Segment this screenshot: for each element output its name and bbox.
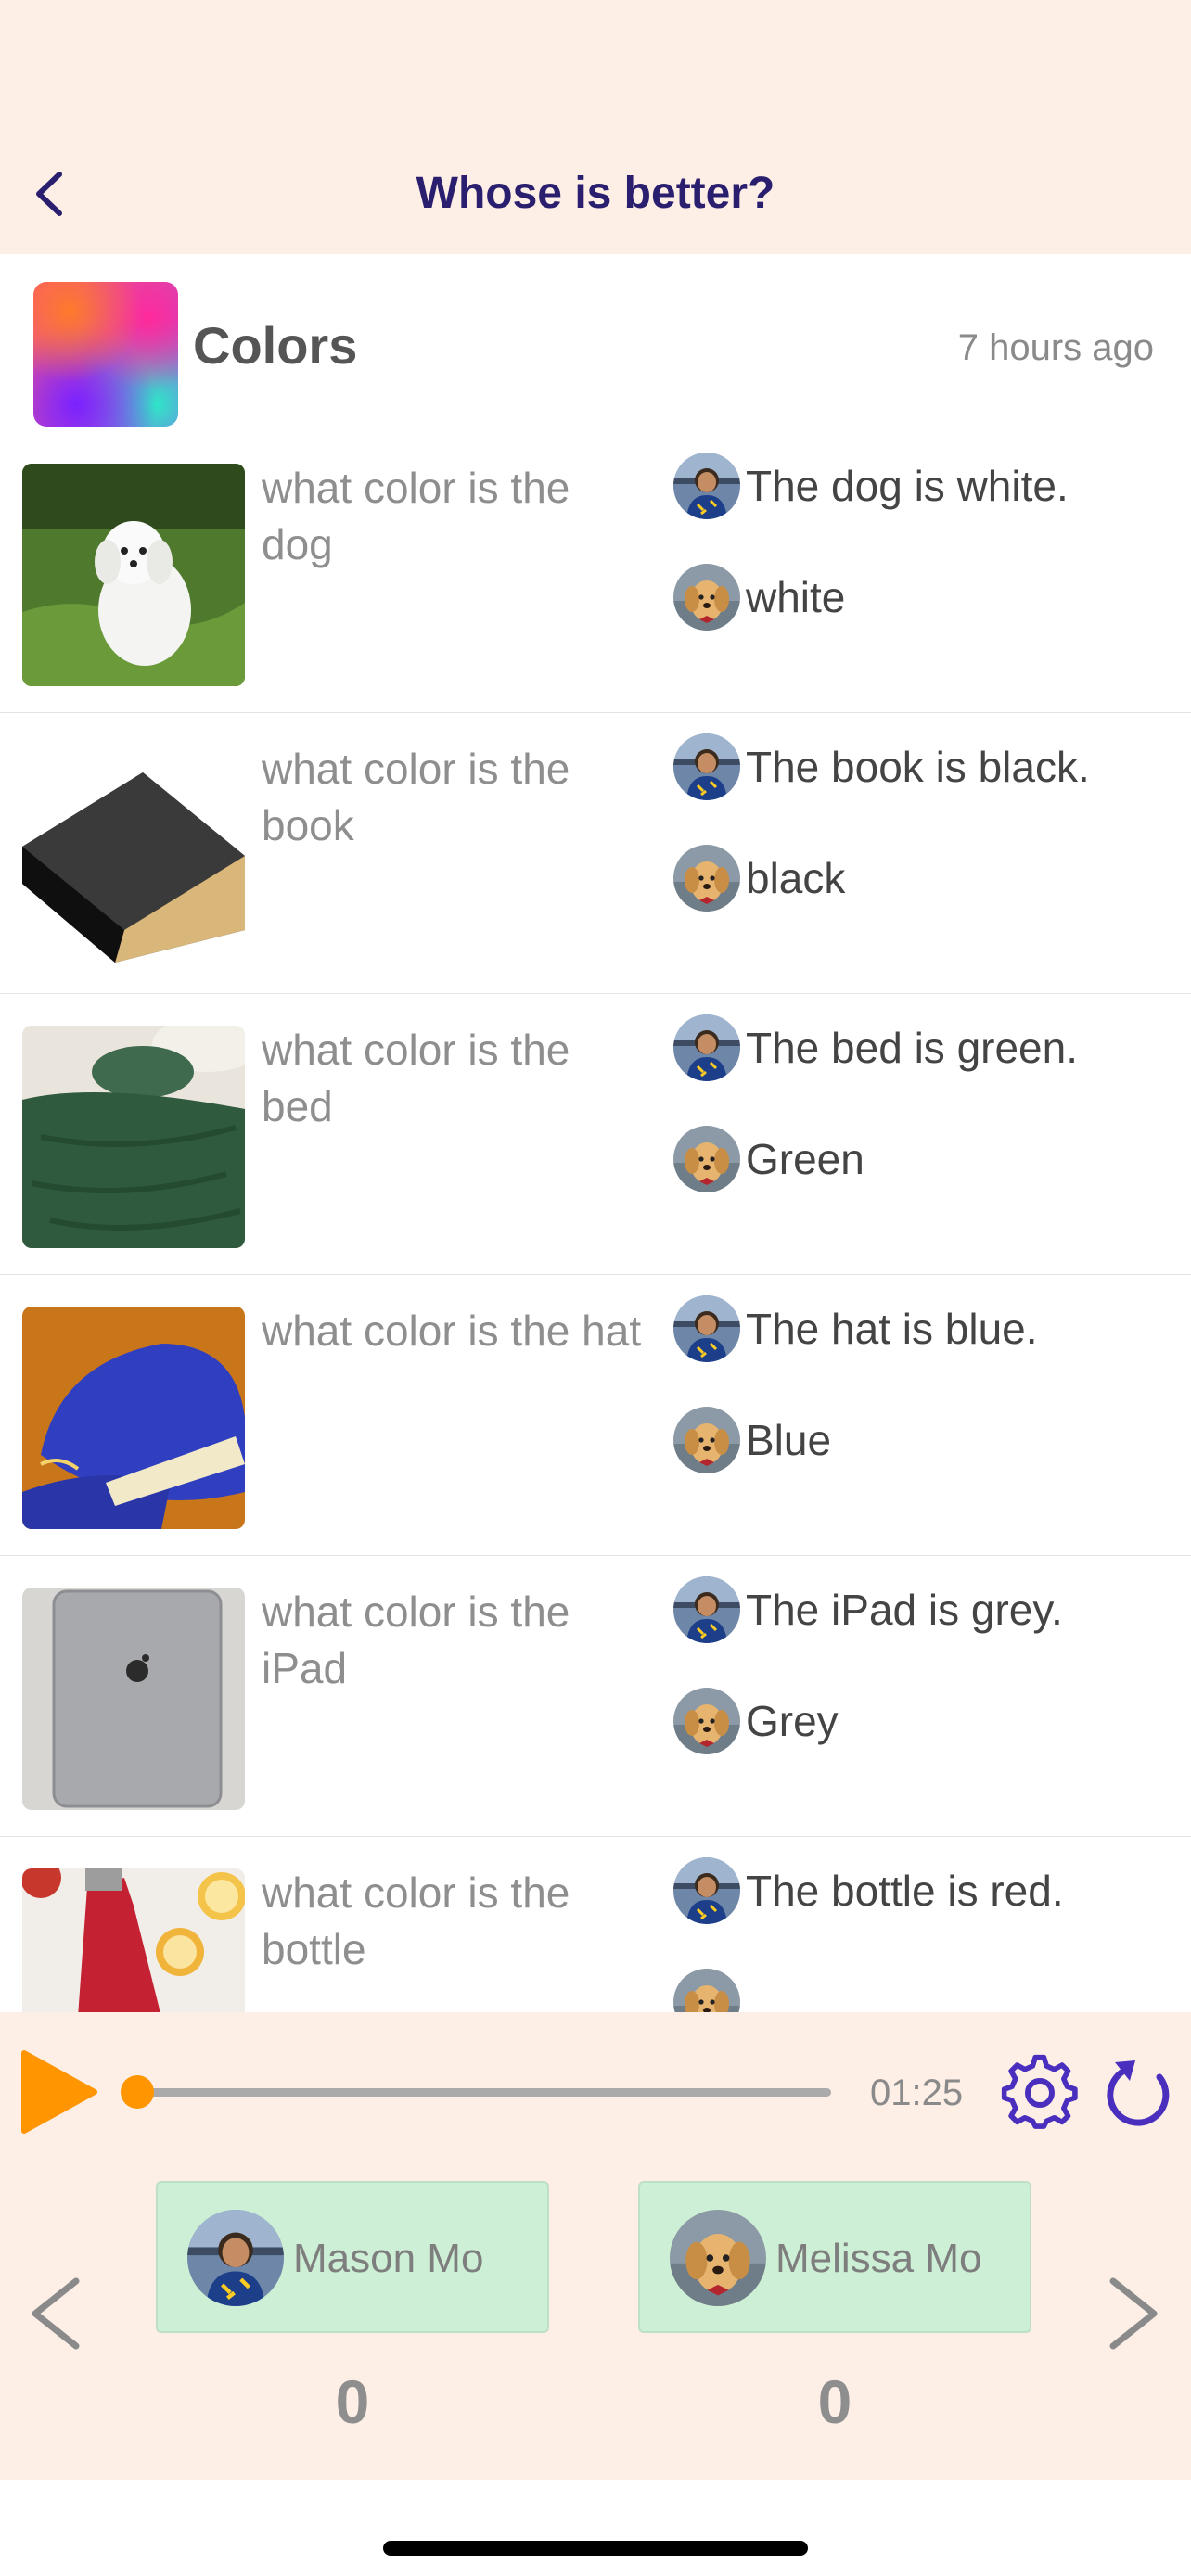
answers-list[interactable]: what color is the dog The dog is white. … xyxy=(0,432,1191,2012)
question-text: what color is the iPad xyxy=(262,1588,570,1692)
puppy-avatar xyxy=(670,2210,766,2306)
chevron-right-icon xyxy=(1109,2277,1158,2350)
lesson-timestamp: 7 hours ago xyxy=(957,327,1154,368)
answer-melissa[interactable]: Green xyxy=(673,1124,864,1194)
answer-melissa[interactable]: white xyxy=(673,562,845,632)
lesson-title: Colors xyxy=(193,316,358,375)
player-name: Melissa Mo xyxy=(775,2236,982,2281)
answer-melissa[interactable]: black xyxy=(673,843,845,913)
home-indicator xyxy=(383,2541,808,2556)
answer-text: The hat is blue. xyxy=(746,1305,1038,1353)
playback-panel: 01:25 Mason Mo 0 Melissa Mo 0 xyxy=(0,2012,1191,2480)
answer-melissa[interactable]: Blue xyxy=(673,1405,831,1475)
replay-button[interactable] xyxy=(1098,2053,1178,2133)
answer-melissa[interactable]: Grey xyxy=(673,1686,839,1756)
boy-avatar xyxy=(673,733,740,800)
answer-mason[interactable]: The dog is white. xyxy=(673,451,1069,521)
next-button[interactable] xyxy=(1100,2263,1167,2365)
question-image xyxy=(22,1868,245,2012)
list-item[interactable]: what color is the book The book is black… xyxy=(0,713,1191,996)
answer-text: Grey xyxy=(746,1697,839,1745)
answer-mason[interactable]: The bottle is red. xyxy=(673,1855,1064,1926)
answer-mason[interactable]: The iPad is grey. xyxy=(673,1575,1063,1645)
playback-progress-slider[interactable] xyxy=(120,2075,831,2109)
boy-avatar xyxy=(187,2210,284,2306)
answer-text: The dog is white. xyxy=(746,462,1069,510)
answer-mason[interactable]: The book is black. xyxy=(673,732,1090,802)
progress-track xyxy=(130,2088,831,2097)
question-image xyxy=(22,1307,245,1529)
page-title: Whose is better? xyxy=(416,169,775,218)
chevron-left-icon xyxy=(32,2277,80,2350)
top-bar: Whose is better? xyxy=(0,0,1191,254)
answer-text: The iPad is grey. xyxy=(746,1586,1063,1634)
list-item[interactable]: what color is the hat The hat is blue. B… xyxy=(0,1275,1191,1558)
settings-button[interactable] xyxy=(1000,2053,1080,2133)
player-score: 0 xyxy=(817,2367,852,2436)
question-image xyxy=(22,1026,245,1248)
list-item[interactable]: what color is the bottle The bottle is r… xyxy=(0,1837,1191,2012)
boy-avatar xyxy=(673,453,740,519)
answer-mason[interactable]: The hat is blue. xyxy=(673,1294,1038,1364)
player-score: 0 xyxy=(335,2367,370,2436)
question-text: what color is the dog xyxy=(262,464,570,568)
list-item[interactable]: what color is the iPad The iPad is grey.… xyxy=(0,1556,1191,1839)
question-image xyxy=(22,1588,245,1810)
question-text: what color is the bottle xyxy=(262,1868,570,1973)
playback-time: 01:25 xyxy=(870,2072,964,2113)
list-item[interactable]: what color is the bed The bed is green. … xyxy=(0,994,1191,1277)
boy-avatar xyxy=(673,1576,740,1643)
question-text: what color is the bed xyxy=(262,1026,570,1130)
play-icon xyxy=(21,2050,97,2134)
puppy-avatar xyxy=(673,1407,740,1473)
question-image xyxy=(22,464,245,686)
puppy-avatar xyxy=(673,1969,740,2012)
progress-handle[interactable] xyxy=(120,2075,154,2109)
answer-mason[interactable]: The bed is green. xyxy=(673,1013,1078,1083)
previous-button[interactable] xyxy=(22,2263,89,2365)
replay-icon xyxy=(1107,2060,1170,2126)
boy-avatar xyxy=(673,1014,740,1081)
answer-melissa[interactable] xyxy=(673,1967,746,2012)
question-text: what color is the book xyxy=(262,745,570,849)
list-item[interactable]: what color is the dog The dog is white. … xyxy=(0,432,1191,715)
puppy-avatar xyxy=(673,1126,740,1192)
answer-text: black xyxy=(746,854,846,902)
answer-text: Green xyxy=(746,1135,864,1183)
player-name: Mason Mo xyxy=(293,2236,484,2281)
boy-avatar xyxy=(673,1857,740,1924)
lesson-thumbnail xyxy=(33,282,178,427)
lesson-header: Colors 7 hours ago xyxy=(0,254,1191,435)
answer-text: The bottle is red. xyxy=(746,1867,1064,1915)
play-button[interactable] xyxy=(20,2047,98,2136)
puppy-avatar xyxy=(673,845,740,912)
answer-text: The bed is green. xyxy=(746,1024,1079,1072)
puppy-avatar xyxy=(673,564,740,631)
puppy-avatar xyxy=(673,1688,740,1754)
boy-avatar xyxy=(673,1295,740,1362)
player-card-melissa[interactable]: Melissa Mo xyxy=(638,2181,1031,2333)
gear-icon xyxy=(1001,2054,1078,2129)
answer-text: Blue xyxy=(746,1416,832,1464)
player-card-mason[interactable]: Mason Mo xyxy=(156,2181,549,2333)
answer-text: The book is black. xyxy=(746,743,1090,791)
question-text: what color is the hat xyxy=(262,1307,642,1355)
question-image xyxy=(22,745,245,967)
answer-text: white xyxy=(746,573,846,621)
